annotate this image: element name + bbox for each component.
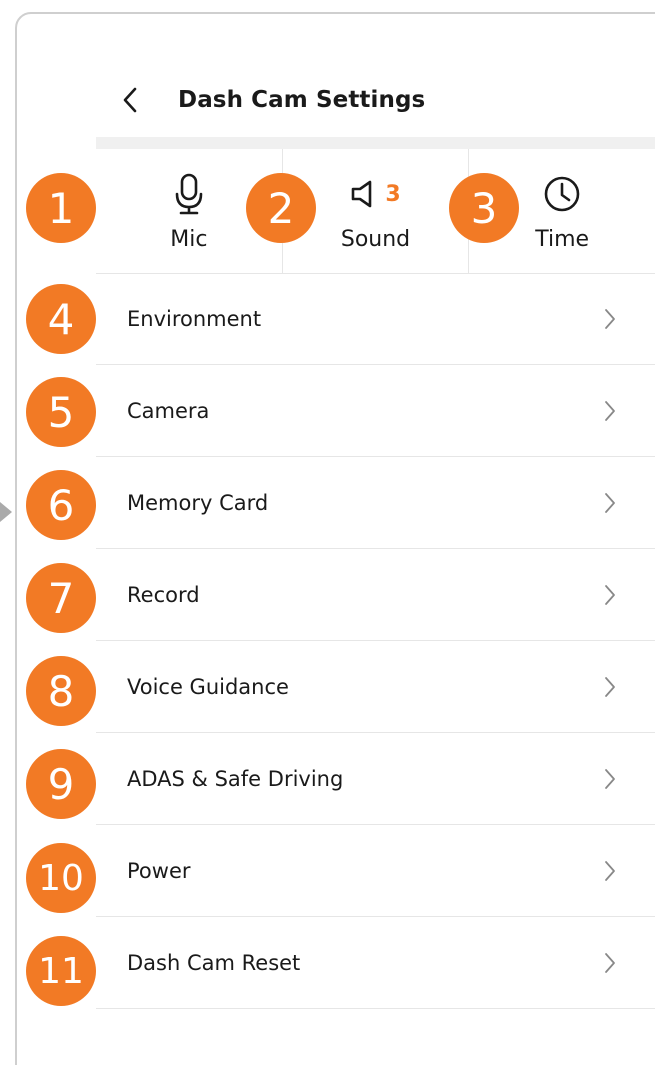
header: Dash Cam Settings (120, 80, 425, 120)
chevron-left-icon (123, 87, 137, 113)
callout-marker-1: 1 (26, 173, 96, 243)
speaker-icon (352, 180, 372, 208)
chevron-right-icon (605, 400, 615, 421)
chevron-right-icon (605, 308, 615, 329)
settings-menu: Environment Camera Memory Card Record Vo… (96, 273, 655, 1009)
callout-marker-6: 6 (26, 470, 96, 540)
chevron-right-icon (605, 952, 615, 973)
chevron-right-icon (605, 584, 615, 605)
menu-item-dash-cam-reset[interactable]: Dash Cam Reset (96, 917, 655, 1009)
menu-item-adas-safe-driving[interactable]: ADAS & Safe Driving (96, 733, 655, 825)
menu-item-label: Voice Guidance (127, 674, 289, 699)
section-divider (96, 137, 655, 149)
back-button[interactable] (120, 80, 152, 120)
clock-icon (543, 171, 581, 217)
menu-item-label: Dash Cam Reset (127, 950, 301, 975)
callout-marker-10: 10 (26, 843, 96, 913)
menu-item-label: Environment (127, 306, 262, 331)
sound-level-value: 3 (385, 181, 401, 207)
page-title: Dash Cam Settings (178, 87, 426, 113)
menu-item-label: Memory Card (127, 490, 269, 515)
side-pointer (0, 502, 12, 522)
chevron-right-icon (605, 492, 615, 513)
quick-mic-label: Mic (170, 227, 208, 252)
menu-item-camera[interactable]: Camera (96, 365, 655, 457)
callout-marker-3: 3 (449, 173, 519, 243)
menu-item-power[interactable]: Power (96, 825, 655, 917)
callout-marker-2: 2 (246, 173, 316, 243)
callout-marker-8: 8 (26, 656, 96, 726)
callout-marker-7: 7 (26, 563, 96, 633)
mic-icon (174, 171, 204, 217)
chevron-right-icon (605, 676, 615, 697)
sound-icon-group: 3 (350, 171, 401, 217)
menu-item-label: Record (127, 582, 200, 607)
quick-time-label: Time (535, 227, 590, 252)
menu-item-label: Camera (127, 398, 210, 423)
menu-item-memory-card[interactable]: Memory Card (96, 457, 655, 549)
chevron-right-icon (605, 860, 615, 881)
menu-item-record[interactable]: Record (96, 549, 655, 641)
callout-marker-9: 9 (26, 749, 96, 819)
menu-item-environment[interactable]: Environment (96, 273, 655, 365)
quick-sound-label: Sound (340, 227, 411, 252)
menu-item-voice-guidance[interactable]: Voice Guidance (96, 641, 655, 733)
menu-item-label: Power (127, 858, 191, 883)
callout-marker-4: 4 (26, 284, 96, 354)
callout-marker-11: 11 (26, 936, 96, 1006)
menu-item-label: ADAS & Safe Driving (127, 766, 344, 791)
callout-marker-5: 5 (26, 377, 96, 447)
quick-settings-row: Mic 3 Sound Time (96, 149, 655, 274)
chevron-right-icon (605, 768, 615, 789)
